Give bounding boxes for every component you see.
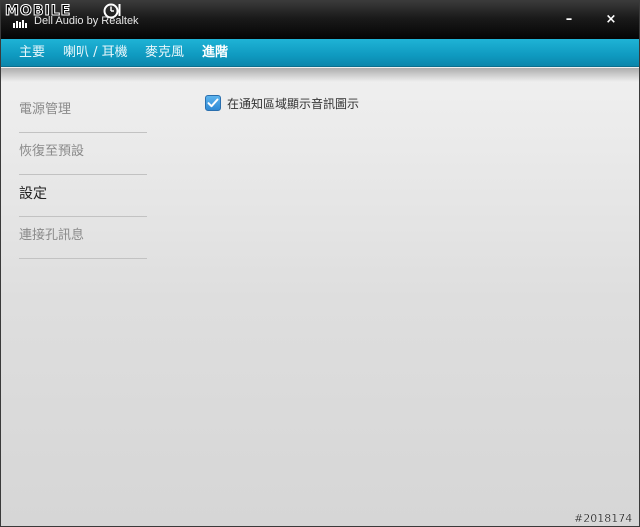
close-button[interactable]: × bbox=[598, 9, 624, 31]
title-bar[interactable]: MOBILE Dell Audio by Realtek – × bbox=[1, 1, 639, 39]
tab-bar: 主要 喇叭 / 耳機 麥克風 進階 bbox=[1, 39, 639, 67]
watermark: #2018174 bbox=[574, 512, 633, 525]
app-subtitle: Dell Audio by Realtek bbox=[34, 15, 139, 27]
tab-bar-shadow bbox=[1, 68, 639, 82]
equalizer-icon bbox=[13, 20, 27, 28]
tab-advanced[interactable]: 進階 bbox=[202, 39, 228, 67]
show-tray-icon-label: 在通知區域顯示音訊圖示 bbox=[227, 96, 360, 111]
checkmark-icon bbox=[207, 98, 219, 108]
tab-speakers-headphones[interactable]: 喇叭 / 耳機 bbox=[63, 39, 128, 67]
minimize-button[interactable]: – bbox=[556, 9, 582, 31]
sidebar-item-jack-information[interactable]: 連接孔訊息 bbox=[19, 217, 147, 259]
sidebar-nav: 電源管理 恢復至預設 設定 連接孔訊息 bbox=[19, 91, 147, 259]
tab-main[interactable]: 主要 bbox=[19, 39, 45, 67]
sidebar-item-settings[interactable]: 設定 bbox=[19, 175, 147, 217]
sidebar-item-power-management[interactable]: 電源管理 bbox=[19, 91, 147, 133]
sidebar-item-restore-defaults[interactable]: 恢復至預設 bbox=[19, 133, 147, 175]
tab-microphone[interactable]: 麥克風 bbox=[145, 39, 184, 67]
show-tray-icon-option[interactable]: 在通知區域顯示音訊圖示 bbox=[205, 95, 359, 111]
show-tray-icon-checkbox[interactable] bbox=[205, 95, 221, 111]
audio-settings-window: MOBILE Dell Audio by Realtek – × 主要 喇叭 /… bbox=[0, 0, 640, 527]
